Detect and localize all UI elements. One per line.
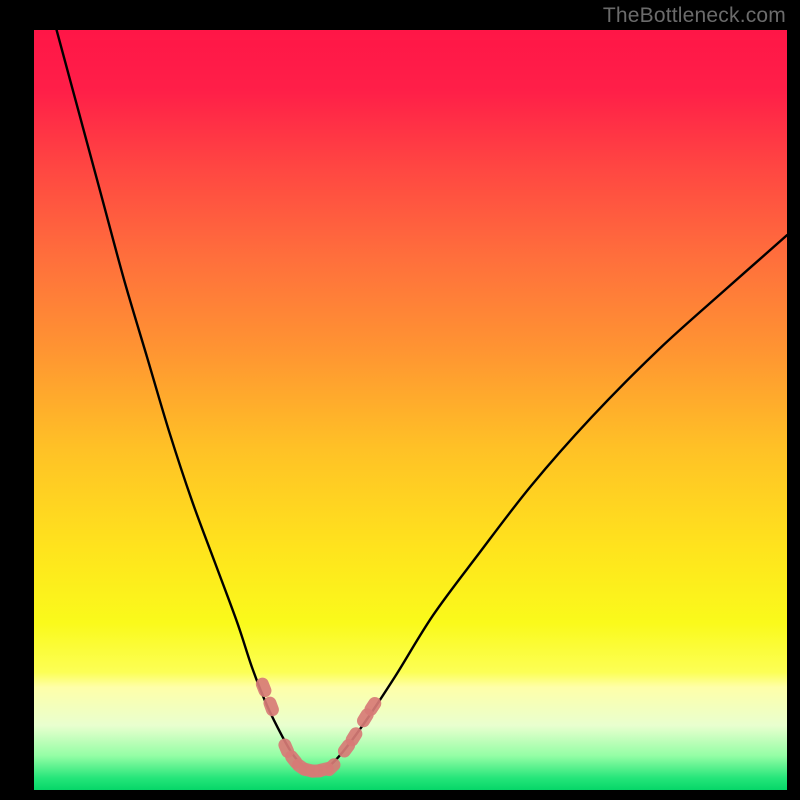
watermark-text: TheBottleneck.com [603, 4, 786, 28]
bottleneck-curve [57, 30, 787, 771]
marker-group [254, 676, 384, 779]
plot-area [34, 30, 787, 790]
curve-layer [34, 30, 787, 790]
chart-frame: TheBottleneck.com [0, 0, 800, 800]
